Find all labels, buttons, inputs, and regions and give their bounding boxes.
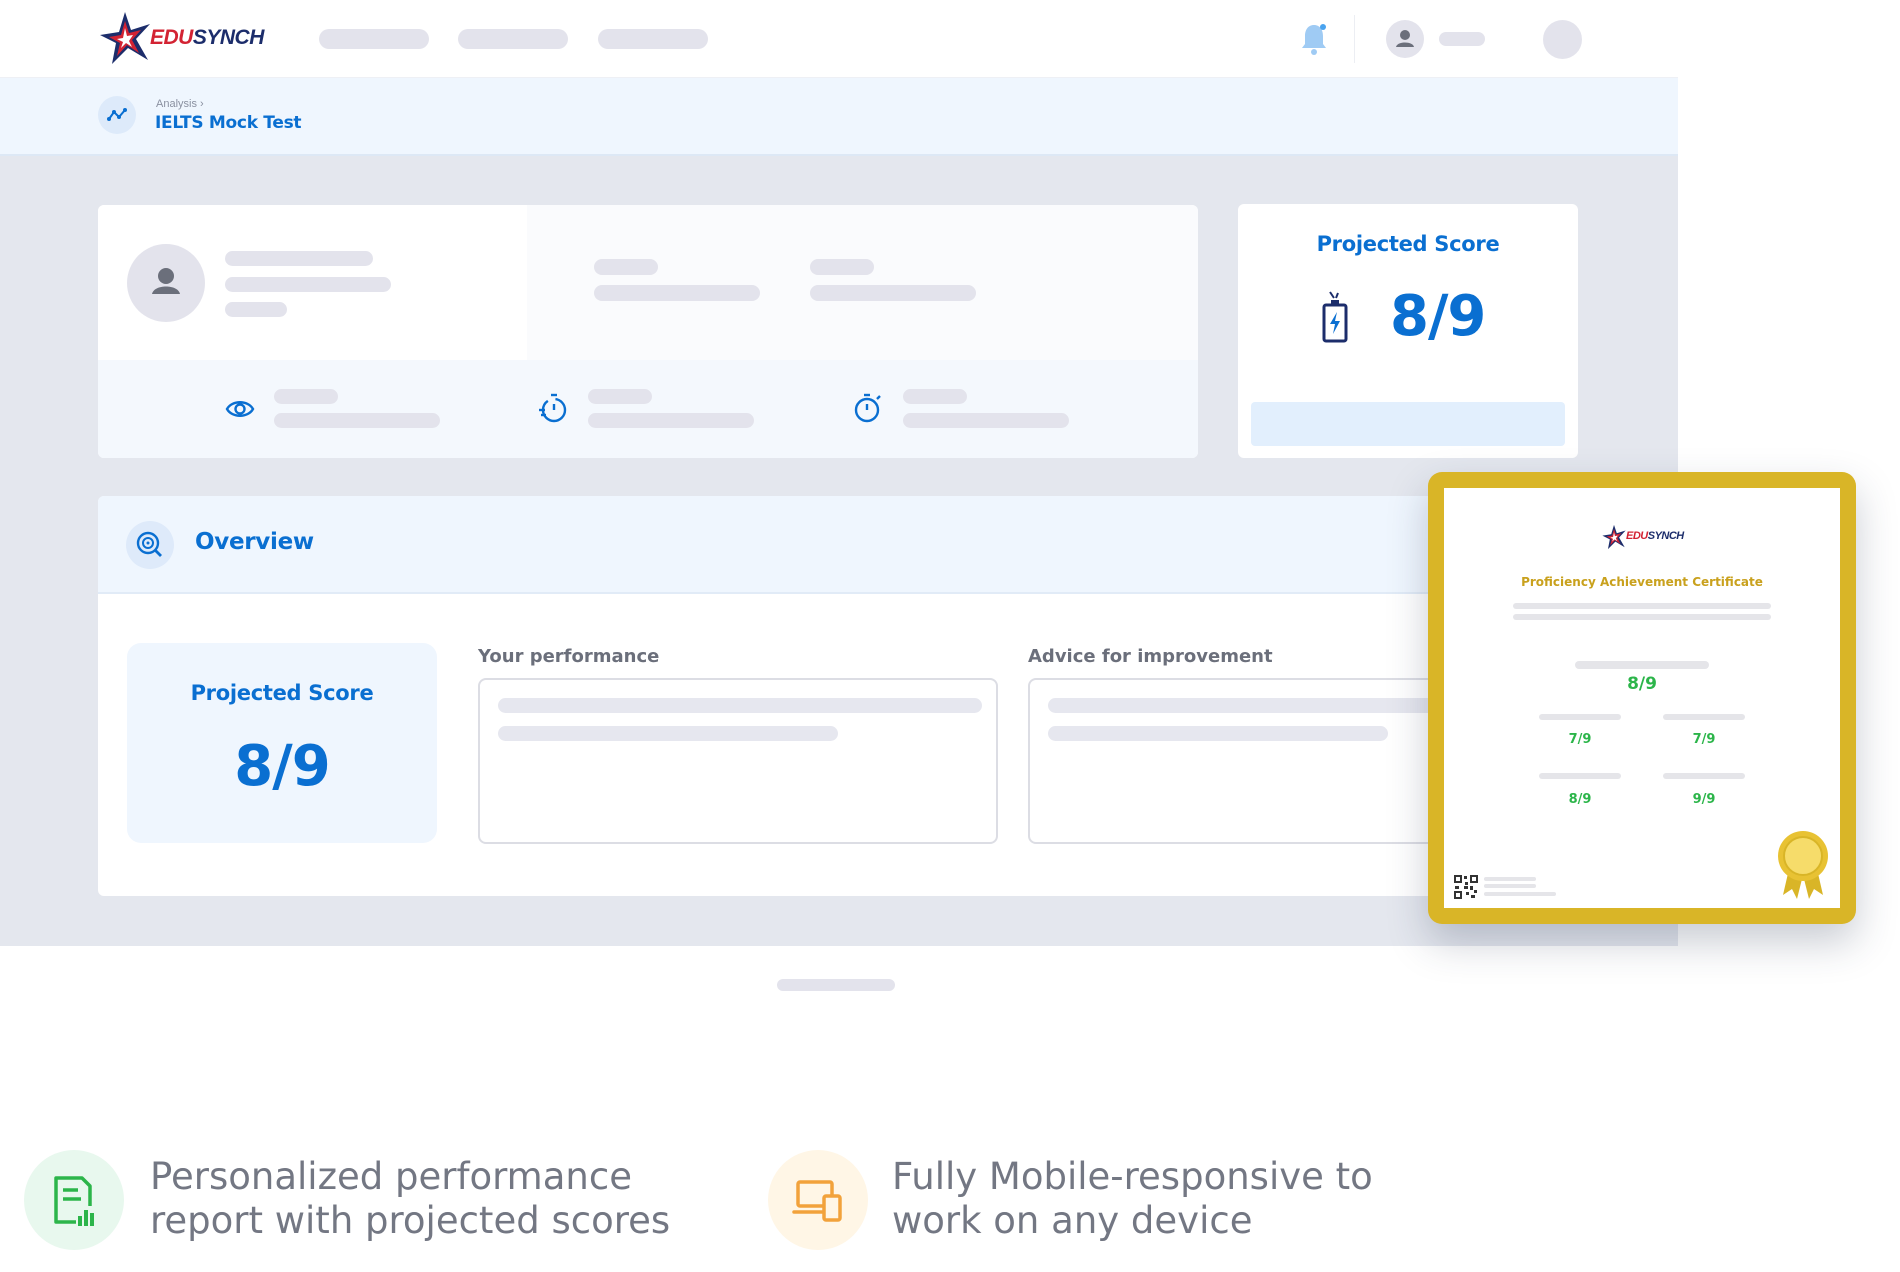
brand-wordmark: EDUSYNCH xyxy=(150,26,264,50)
candidate-name-placeholder xyxy=(1575,661,1709,669)
top-navbar: EDUSYNCH xyxy=(0,0,1678,78)
analysis-graph-icon xyxy=(98,96,136,134)
band-label-placeholder xyxy=(1663,773,1745,779)
breadcrumb-separator: › xyxy=(200,98,204,110)
certificate-band-score: 8/9 xyxy=(1568,792,1592,807)
app-window: EDUSYNCH Analysis › IELTS Mock Test Proj… xyxy=(0,0,1678,946)
text-line-placeholder xyxy=(1513,614,1771,620)
overview-score-title: Projected Score xyxy=(190,681,374,705)
bell-icon[interactable] xyxy=(1299,22,1329,56)
certificate-overall-score: 8/9 xyxy=(1627,674,1657,694)
stat-label-placeholder xyxy=(810,259,874,275)
view-details-button[interactable] xyxy=(1251,402,1565,446)
text-line-placeholder xyxy=(498,726,838,741)
certificate-brand: EDUSYNCH xyxy=(1626,530,1684,542)
stat-value-placeholder xyxy=(588,413,754,428)
award-seal-icon xyxy=(1775,829,1831,901)
band-label-placeholder xyxy=(1539,773,1621,779)
text-line-placeholder xyxy=(498,698,982,713)
stat-value-placeholder xyxy=(274,413,440,428)
brand-part2: SYNCH xyxy=(192,26,265,49)
stat-label-placeholder xyxy=(588,389,652,404)
certificate-title: Proficiency Achievement Certificate xyxy=(1521,575,1763,589)
advice-label: Advice for improvement xyxy=(1028,646,1273,667)
stat-value-placeholder xyxy=(810,285,976,301)
stat-label-placeholder xyxy=(594,259,658,275)
stat-value-placeholder xyxy=(594,285,760,301)
overview-title: Overview xyxy=(195,529,314,555)
feature-line: Fully Mobile-responsive to xyxy=(892,1155,1373,1198)
performance-label: Your performance xyxy=(478,646,660,667)
page-title: IELTS Mock Test xyxy=(155,113,302,133)
overview-header xyxy=(98,496,1598,594)
overview-score-value: 8/9 xyxy=(234,734,330,799)
feature-line: work on any device xyxy=(892,1199,1253,1242)
text-line-placeholder xyxy=(1513,603,1771,609)
stat-label-placeholder xyxy=(274,389,338,404)
certificate-card[interactable]: EDUSYNCH Proficiency Achievement Certifi… xyxy=(1428,472,1856,924)
devices-icon xyxy=(768,1150,868,1250)
overview-score-box: Projected Score 8/9 xyxy=(127,643,437,843)
student-profile-card xyxy=(98,205,1198,458)
brand-part1: EDU xyxy=(150,26,193,49)
text-line-placeholder xyxy=(1048,726,1388,741)
projected-score-card: Projected Score 8/9 xyxy=(1238,204,1578,458)
projected-score-value: 8/9 xyxy=(1390,284,1486,349)
certificate-band-score: 7/9 xyxy=(1692,732,1716,747)
stopwatch-fast-icon xyxy=(538,391,568,425)
certificate-corner xyxy=(1428,472,1480,524)
student-name-placeholder xyxy=(225,251,373,266)
search-target-icon xyxy=(126,521,174,569)
band-label-placeholder xyxy=(1663,714,1745,720)
certificate-band-score: 7/9 xyxy=(1568,732,1592,747)
nav-link-placeholder[interactable] xyxy=(458,29,568,49)
performance-box xyxy=(478,678,998,844)
text-line-placeholder xyxy=(1484,884,1536,888)
breadcrumb-bar: Analysis › IELTS Mock Test xyxy=(0,78,1678,156)
student-email-placeholder xyxy=(225,277,391,292)
nav-link-placeholder[interactable] xyxy=(598,29,708,49)
certificate-band-score: 9/9 xyxy=(1692,792,1716,807)
band-label-placeholder xyxy=(1539,714,1621,720)
user-avatar-icon[interactable] xyxy=(1386,20,1424,58)
battery-charging-icon xyxy=(1320,290,1350,344)
feature-text: Fully Mobile-responsive to work on any d… xyxy=(892,1155,1452,1243)
student-id-placeholder xyxy=(225,302,287,317)
header-divider xyxy=(1354,15,1355,63)
stat-label-placeholder xyxy=(903,389,967,404)
certificate-brand-part1: EDU xyxy=(1626,530,1648,542)
feature-text: Personalized performance report with pro… xyxy=(150,1155,710,1243)
nav-link-placeholder[interactable] xyxy=(319,29,429,49)
report-chart-icon xyxy=(24,1150,124,1250)
stopwatch-icon xyxy=(853,391,883,425)
stat-value-placeholder xyxy=(903,413,1069,428)
certificate-logo-icon xyxy=(1601,524,1627,550)
user-name-placeholder[interactable] xyxy=(1439,32,1485,46)
breadcrumb: Analysis › xyxy=(156,98,204,110)
eye-icon xyxy=(225,394,255,424)
account-menu-button[interactable] xyxy=(1543,20,1582,59)
overview-card: Overview Projected Score 8/9 Your perfor… xyxy=(98,496,1598,896)
edusynch-logo-icon[interactable] xyxy=(98,10,152,66)
text-line-placeholder xyxy=(1484,877,1536,881)
breadcrumb-parent[interactable]: Analysis xyxy=(156,98,197,110)
person-icon xyxy=(127,244,205,322)
certificate-brand-part2: SYNCH xyxy=(1647,530,1685,542)
certificate-paper: EDUSYNCH Proficiency Achievement Certifi… xyxy=(1444,488,1840,908)
feature-line: Personalized performance xyxy=(150,1155,632,1198)
projected-score-title: Projected Score xyxy=(1316,232,1500,256)
app-footer xyxy=(0,946,1678,1022)
footer-placeholder xyxy=(777,979,895,991)
feature-line: report with projected scores xyxy=(150,1199,671,1242)
qr-code-icon xyxy=(1453,874,1479,900)
text-line-placeholder xyxy=(1484,892,1556,896)
